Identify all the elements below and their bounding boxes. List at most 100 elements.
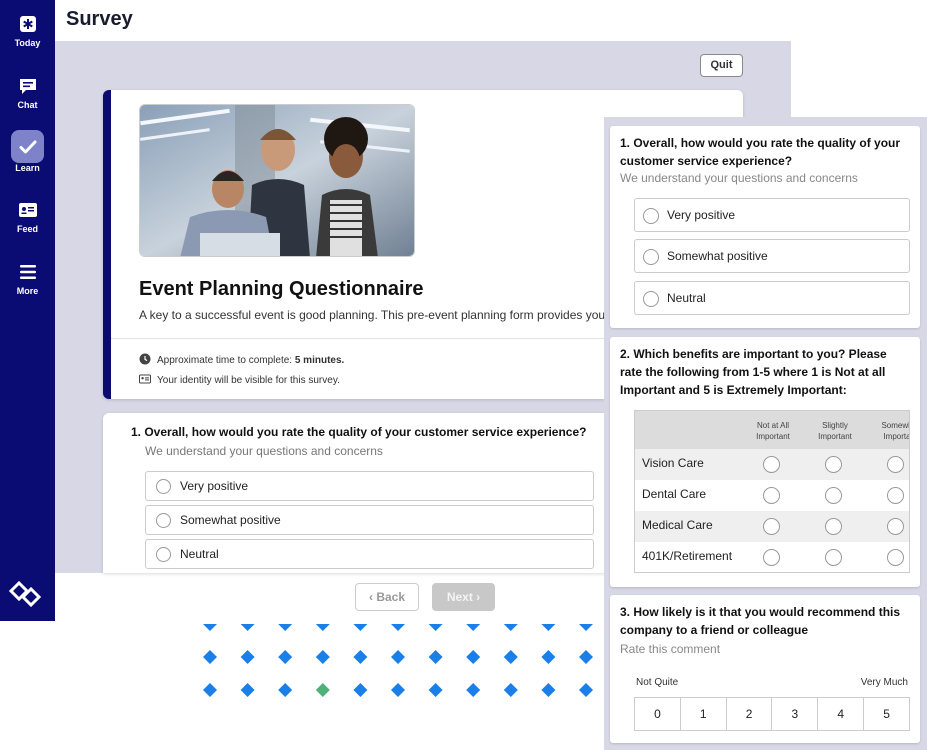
row-label: Vision Care: [642, 456, 704, 470]
back-label: Back: [376, 590, 406, 604]
checkmark-icon: [19, 140, 36, 154]
radio-button[interactable]: [763, 518, 780, 535]
dots-clip-mask: [195, 616, 610, 624]
sidebar-item-more[interactable]: More: [0, 262, 55, 296]
radio-button[interactable]: [825, 456, 842, 473]
progress-dot[interactable]: [240, 650, 255, 664]
id-card-icon: [18, 203, 37, 217]
radio-button[interactable]: [643, 291, 659, 307]
option-neutral[interactable]: Neutral: [634, 281, 910, 315]
scale-option[interactable]: 4: [818, 698, 865, 730]
option-very-positive[interactable]: Very positive: [634, 198, 910, 232]
progress-dot[interactable]: [503, 683, 518, 697]
option-label: Neutral: [667, 291, 706, 305]
chevron-right-icon: ›: [472, 590, 481, 604]
scale-max-label: Very Much: [860, 677, 908, 688]
radio-button[interactable]: [156, 479, 171, 494]
progress-dot[interactable]: [579, 683, 593, 697]
clock-icon: [139, 353, 151, 365]
progress-dot[interactable]: [353, 683, 368, 697]
sidebar-item-learn[interactable]: Learn: [0, 137, 55, 173]
progress-dot[interactable]: [203, 650, 217, 664]
progress-dot[interactable]: [579, 650, 593, 664]
scale-option[interactable]: 1: [681, 698, 727, 730]
back-button[interactable]: ‹ Back: [355, 583, 419, 611]
radio-button[interactable]: [825, 487, 842, 504]
column-header: Somewh Importa: [881, 421, 910, 441]
scale-option[interactable]: 5: [864, 698, 909, 730]
sidebar-item-chat[interactable]: Chat: [0, 76, 55, 110]
column-header: Not at All Important: [756, 421, 790, 441]
question-preview-panel: 1. Overall, how would you rate the quali…: [604, 117, 927, 750]
preview-question-3: 3. How likely is it that you would recom…: [610, 595, 920, 743]
option-somewhat-positive[interactable]: Somewhat positive: [145, 505, 594, 535]
progress-dot[interactable]: [428, 683, 443, 697]
option-neutral[interactable]: Neutral: [145, 539, 594, 569]
progress-dot[interactable]: [541, 683, 556, 697]
radio-button[interactable]: [825, 549, 842, 566]
progress-dot[interactable]: [391, 683, 405, 697]
progress-dot[interactable]: [315, 650, 330, 664]
progress-dot-current[interactable]: [315, 683, 330, 697]
question-card: 1. Overall, how would you rate the quali…: [103, 413, 621, 573]
option-very-positive[interactable]: Very positive: [145, 471, 594, 501]
radio-button[interactable]: [887, 487, 904, 504]
hamburger-icon: [19, 265, 36, 279]
radio-button[interactable]: [887, 456, 904, 473]
radio-button[interactable]: [887, 518, 904, 535]
preview-question-2: 2. Which benefits are important to you? …: [610, 337, 920, 587]
question-title: 1. Overall, how would you rate the quali…: [131, 425, 587, 439]
question-title: 3. How likely is it that you would recom…: [620, 605, 901, 637]
question-subtitle: Rate this comment: [620, 642, 721, 656]
radio-button[interactable]: [763, 456, 780, 473]
sidebar-item-label: Feed: [16, 224, 38, 234]
next-label: Next: [446, 590, 473, 604]
sidebar-item-label: Learn: [15, 163, 40, 173]
row-label: 401K/Retirement: [642, 549, 733, 563]
sidebar-item-today[interactable]: Today: [0, 14, 55, 48]
scale-option[interactable]: 3: [772, 698, 819, 730]
next-button[interactable]: Next ›: [432, 583, 495, 611]
option-label: Somewhat positive: [180, 513, 281, 527]
scale-option[interactable]: 2: [727, 698, 773, 730]
scale-option[interactable]: 0: [635, 698, 681, 730]
team-photo: [139, 104, 415, 257]
matrix-row: Medical Care: [635, 511, 909, 542]
page-title: Survey: [66, 8, 133, 30]
radio-button[interactable]: [825, 518, 842, 535]
progress-dot[interactable]: [541, 650, 556, 664]
sidebar-item-feed[interactable]: Feed: [0, 200, 55, 234]
brand-logo-icon: [9, 580, 42, 608]
matrix-header: Not at All Important Slightly Important So…: [635, 411, 910, 449]
option-label: Neutral: [180, 547, 219, 561]
preview-question-1: 1. Overall, how would you rate the quali…: [610, 126, 920, 328]
radio-button[interactable]: [887, 549, 904, 566]
radio-button[interactable]: [643, 249, 659, 265]
progress-dot[interactable]: [278, 683, 293, 697]
progress-dot[interactable]: [278, 650, 293, 664]
option-somewhat-positive[interactable]: Somewhat positive: [634, 239, 910, 273]
progress-dot[interactable]: [391, 650, 405, 664]
radio-button[interactable]: [156, 547, 171, 562]
matrix-row: Vision Care: [635, 449, 909, 480]
progress-dot[interactable]: [466, 650, 481, 664]
progress-dot[interactable]: [503, 650, 518, 664]
sidebar-nav: Today Chat Learn Feed More: [0, 0, 55, 621]
progress-dot[interactable]: [240, 683, 255, 697]
progress-dot[interactable]: [353, 650, 368, 664]
radio-button[interactable]: [156, 513, 171, 528]
radio-button[interactable]: [763, 487, 780, 504]
chat-bubble-icon: [19, 79, 36, 94]
rating-scale: 0 1 2 3 4 5: [634, 697, 910, 731]
question-subtitle: We understand your questions and concern…: [145, 444, 383, 458]
radio-button[interactable]: [643, 208, 659, 224]
progress-dot[interactable]: [203, 683, 217, 697]
quit-button[interactable]: Quit: [700, 54, 743, 77]
time-label: Approximate time to complete:: [157, 355, 295, 366]
progress-dot[interactable]: [466, 683, 481, 697]
sidebar-item-label: More: [16, 286, 39, 296]
progress-dot[interactable]: [428, 650, 443, 664]
radio-button[interactable]: [763, 549, 780, 566]
id-card-icon: [139, 374, 151, 384]
option-label: Somewhat positive: [667, 249, 768, 263]
